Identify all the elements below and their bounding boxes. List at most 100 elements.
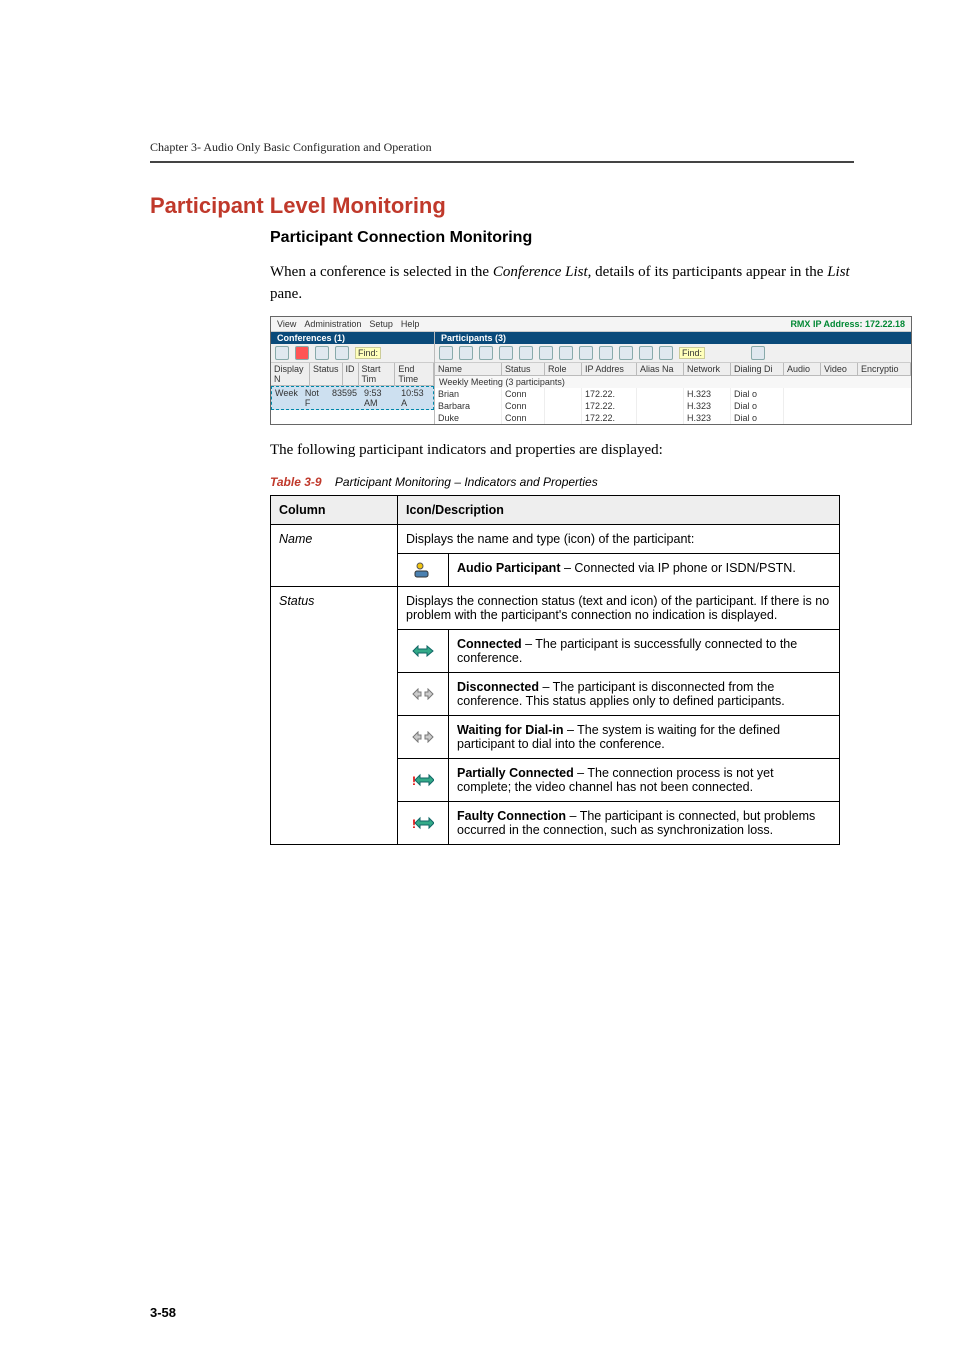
audio-participant-icon [398, 554, 449, 587]
after-screenshot-text: The following participant indicators and… [270, 440, 854, 462]
delete-icon[interactable] [295, 346, 309, 360]
col-id[interactable]: ID [343, 363, 359, 385]
p-status: Conn [502, 400, 545, 412]
name-desc: Displays the name and type (icon) of the… [398, 525, 840, 554]
p-alias [637, 388, 684, 400]
table-row[interactable]: Brian Conn 172.22. H.323 Dial o [435, 388, 911, 400]
tool-icon-2[interactable] [335, 346, 349, 360]
menu-view[interactable]: View [277, 319, 296, 329]
pcol-audio[interactable]: Audio [784, 363, 821, 375]
svg-text:!: ! [412, 774, 416, 787]
find-label-right: Find: [679, 347, 705, 359]
th-column: Column [271, 496, 398, 525]
p-dial: Dial o [731, 412, 784, 424]
p-alias [637, 400, 684, 412]
pcol-enc[interactable]: Encryptio [858, 363, 911, 375]
mute-icon[interactable] [539, 346, 553, 360]
menu-setup[interactable]: Setup [369, 319, 393, 329]
tool-icon[interactable] [315, 346, 329, 360]
p-alias [637, 412, 684, 424]
p-net: H.323 [684, 400, 731, 412]
intro-text-e: pane. [270, 286, 302, 302]
p-status: Conn [502, 412, 545, 424]
faulty-desc: Faulty Connection – The participant is c… [449, 802, 840, 845]
conf-headers: Display N Status ID Start Tim End Time [271, 363, 434, 386]
speaker-icon[interactable] [619, 346, 633, 360]
section-heading: Participant Level Monitoring [150, 193, 854, 219]
table-row[interactable]: Duke Conn 172.22. H.323 Dial o [435, 412, 911, 424]
mic-icon[interactable] [599, 346, 613, 360]
conf-name: Week [272, 387, 302, 409]
part-headers: Name Status Role IP Addres Alias Na Netw… [435, 363, 911, 376]
col-display[interactable]: Display N [271, 363, 310, 385]
colname-status: Status [271, 587, 398, 845]
new-icon[interactable] [275, 346, 289, 360]
waiting-dialin-icon [398, 716, 449, 759]
partial-title: Partially Connected [457, 766, 574, 780]
p-status: Conn [502, 388, 545, 400]
pcol-video[interactable]: Video [821, 363, 858, 375]
pcol-net[interactable]: Network [684, 363, 731, 375]
participants-title: Participants (3) [435, 332, 911, 344]
participants-title-text: Participants (3) [441, 333, 506, 343]
p-dial: Dial o [731, 400, 784, 412]
layout-icon[interactable] [639, 346, 653, 360]
p-dial: Dial o [731, 388, 784, 400]
menubar: View Administration Setup Help RMX IP Ad… [271, 317, 911, 332]
connected-title: Connected [457, 637, 522, 651]
col-status[interactable]: Status [310, 363, 343, 385]
intro-text-a: When a conference is selected in the [270, 264, 493, 280]
cam-icon[interactable] [579, 346, 593, 360]
p-ip: 172.22. [582, 388, 637, 400]
conferences-title-text: Conferences (1) [277, 333, 345, 343]
add-participant-icon[interactable] [439, 346, 453, 360]
pcol-dial[interactable]: Dialing Di [731, 363, 784, 375]
selected-conference-row[interactable]: Week Not F 83595 9:53 AM 10:53 A [271, 386, 434, 410]
status-desc: Displays the connection status (text and… [398, 587, 840, 630]
conf-start: 9:53 AM [361, 387, 398, 409]
chapter-header: Chapter 3- Audio Only Basic Configuratio… [150, 140, 854, 155]
waiting-title: Waiting for Dial-in [457, 723, 563, 737]
th-icondesc: Icon/Description [398, 496, 840, 525]
search-icon[interactable] [751, 346, 765, 360]
p-net: H.323 [684, 388, 731, 400]
waiting-desc: Waiting for Dial-in – The system is wait… [449, 716, 840, 759]
conf-status: Not F [302, 387, 329, 409]
col-end[interactable]: End Time [395, 363, 434, 385]
col-start[interactable]: Start Tim [359, 363, 396, 385]
link-icon[interactable] [499, 346, 513, 360]
refresh-icon[interactable] [559, 346, 573, 360]
faulty-connection-icon: ! [398, 802, 449, 845]
app-screenshot: View Administration Setup Help RMX IP Ad… [270, 316, 912, 425]
pcol-name[interactable]: Name [435, 363, 502, 375]
p-name: Brian [435, 388, 502, 400]
pcol-role[interactable]: Role [545, 363, 582, 375]
table-row[interactable]: Barbara Conn 172.22. H.323 Dial o [435, 400, 911, 412]
conference-list-term: Conference List [493, 264, 588, 280]
p-net: H.323 [684, 412, 731, 424]
pcol-status[interactable]: Status [502, 363, 545, 375]
conferences-title: Conferences (1) [271, 332, 434, 344]
connect-icon[interactable] [479, 346, 493, 360]
colname-name: Name [271, 525, 398, 587]
table-caption: Table 3-9 Participant Monitoring – Indic… [270, 475, 854, 489]
more-icon[interactable] [659, 346, 673, 360]
edit-icon[interactable] [459, 346, 473, 360]
disconnected-title: Disconnected [457, 680, 539, 694]
subsection-heading: Participant Connection Monitoring [270, 229, 854, 247]
audio-participant-title: Audio Participant [457, 561, 560, 575]
conf-end: 10:53 A [398, 387, 433, 409]
conf-id: 83595 [329, 387, 361, 409]
cut-icon[interactable] [519, 346, 533, 360]
connected-desc: Connected – The participant is successfu… [449, 630, 840, 673]
pcol-ip[interactable]: IP Addres [582, 363, 637, 375]
menu-help[interactable]: Help [401, 319, 420, 329]
table-number: Table 3-9 [270, 475, 322, 489]
group-header[interactable]: Weekly Meeting (3 participants) [435, 376, 911, 388]
divider [150, 161, 854, 163]
partially-connected-icon: ! [398, 759, 449, 802]
p-name: Barbara [435, 400, 502, 412]
pcol-alias[interactable]: Alias Na [637, 363, 684, 375]
menu-administration[interactable]: Administration [304, 319, 361, 329]
list-term: List [827, 264, 850, 280]
